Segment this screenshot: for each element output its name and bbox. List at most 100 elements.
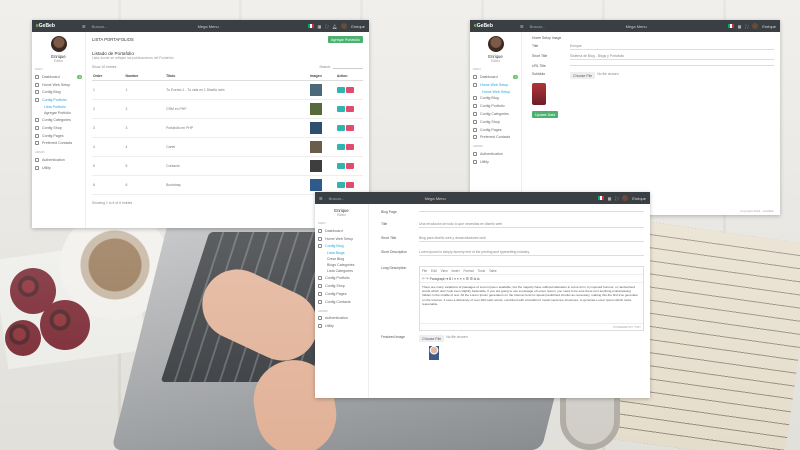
brand-logo[interactable]: eGeBeb [36, 23, 76, 29]
title-input[interactable]: Enrique [570, 44, 774, 50]
sidebar-item-contacts[interactable]: Config Contacts [318, 298, 365, 306]
fullscreen-icon[interactable]: ⛶ [745, 24, 748, 29]
sidebar-item-pages[interactable]: Config Pages [473, 126, 518, 134]
field-input[interactable] [419, 210, 644, 212]
add-portfolio-button[interactable]: Agregar Portafolio [328, 36, 363, 43]
delete-button[interactable] [346, 106, 355, 112]
delete-button[interactable] [346, 87, 355, 93]
editor-menu-item[interactable]: Format [463, 269, 473, 273]
edit-button[interactable] [336, 125, 345, 131]
editor-menu-item[interactable]: View [441, 269, 448, 273]
delete-button[interactable] [346, 182, 355, 188]
edit-button[interactable] [336, 144, 345, 150]
search-input[interactable]: Buscar... [329, 196, 389, 201]
editor-menu-item[interactable]: File [422, 269, 427, 273]
search-input[interactable]: Buscar... [92, 24, 152, 29]
sidebar-item-dashboard[interactable]: Dashboard 3 [35, 73, 82, 81]
lock-icon [35, 158, 39, 163]
mega-menu[interactable]: Mega Menu [425, 196, 446, 201]
mega-menu[interactable]: Mega Menu [626, 24, 647, 29]
flag-icon[interactable] [727, 24, 734, 28]
field-input[interactable]: Una revolución de todo lo que necesitas … [419, 222, 644, 228]
col-title[interactable]: Titulo [165, 72, 309, 81]
fullscreen-icon[interactable]: ⛶ [615, 196, 618, 201]
mega-menu[interactable]: Mega Menu [198, 24, 219, 29]
url-input[interactable] [570, 64, 774, 66]
sidebar-item-portfolio[interactable]: Config Portfolio [473, 102, 518, 110]
sidebar-item-contacts[interactable]: Preferred Contacts [473, 134, 518, 142]
editor-menu-item[interactable]: Insert [452, 269, 460, 273]
user-name[interactable]: Enrique [762, 24, 776, 29]
sidebar-item-pages[interactable]: Config Pages [318, 290, 365, 298]
apps-icon[interactable]: ▦ [738, 24, 742, 29]
sidebar-item-blog[interactable]: Config Blog [35, 89, 82, 97]
brand-logo[interactable]: eGeBeb [474, 23, 514, 29]
user-avatar[interactable] [752, 23, 759, 29]
bell-icon[interactable]: 🔔︎ [332, 24, 337, 29]
col-image[interactable]: Imagen [308, 72, 336, 81]
sidebar-item-utility[interactable]: Utility [318, 322, 365, 330]
edit-button[interactable] [336, 87, 345, 93]
shop-icon [318, 284, 322, 289]
sidebar-item-blog[interactable]: Config Blog [318, 243, 365, 251]
menu-toggle-icon[interactable]: ☰ [82, 24, 86, 29]
flag-icon[interactable] [597, 196, 604, 200]
edit-button[interactable] [336, 182, 345, 188]
profile-avatar[interactable] [50, 36, 67, 52]
field-input[interactable]: Blog para diseño web y desarrolladores w… [419, 236, 644, 242]
sidebar-item-auth[interactable]: Authentication [35, 156, 82, 164]
short-title-input[interactable]: Sistema de Blog - Blogs y Portafolio [570, 54, 774, 60]
apps-icon[interactable]: ▦ [318, 24, 322, 29]
update-button[interactable]: Update Data [532, 111, 559, 118]
sidebar-item-home-setup[interactable]: Home Web Setup [318, 235, 365, 243]
sidebar-item-shop[interactable]: Config Shop [318, 282, 365, 290]
editor-menu-item[interactable]: Tools [478, 269, 485, 273]
menu-toggle-icon[interactable]: ☰ [520, 24, 524, 29]
sidebar-item-categories[interactable]: Config Categories [35, 116, 82, 124]
edit-button[interactable] [336, 106, 345, 112]
user-avatar[interactable] [341, 23, 348, 29]
sidebar-item-utility[interactable]: Utility [473, 158, 518, 166]
choose-file-button[interactable]: Choose File [419, 335, 445, 342]
delete-button[interactable] [346, 125, 355, 131]
delete-button[interactable] [346, 163, 355, 169]
fullscreen-icon[interactable]: ⛶ [325, 24, 328, 29]
sidebar-item-portfolio[interactable]: Config Portfolio [35, 96, 82, 104]
col-action[interactable]: Action [335, 72, 363, 81]
sidebar-item-portfolio[interactable]: Config Portfolio [318, 274, 365, 282]
search-input[interactable]: Buscar... [530, 24, 590, 29]
menu-toggle-icon[interactable]: ☰ [319, 196, 323, 201]
flag-icon[interactable] [307, 24, 314, 28]
sidebar-item-home-setup[interactable]: Home Web Setup [473, 81, 518, 89]
profile-avatar[interactable] [487, 36, 504, 52]
sidebar-item-categories[interactable]: Config Categories [473, 110, 518, 118]
user-name[interactable]: Enrique [632, 196, 646, 201]
user-avatar[interactable] [622, 195, 629, 201]
sidebar-item-utility[interactable]: Utility [35, 164, 82, 172]
field-input[interactable]: Lorem ipsum is simply dummy text of the … [419, 250, 644, 256]
sidebar-item-contacts[interactable]: Preferred Contacts [35, 140, 82, 148]
rich-text-editor[interactable]: File Edit View Insert Format Tools Table ↶ ↷ P… [419, 266, 644, 331]
sidebar-item-pages[interactable]: Config Pages [35, 132, 82, 140]
sidebar-item-shop[interactable]: Config Shop [473, 118, 518, 126]
entries-select[interactable]: Show 10 entries [92, 65, 116, 69]
user-name[interactable]: Enrique [351, 24, 365, 29]
table-search-input[interactable] [333, 65, 363, 69]
editor-body[interactable]: There are many variations of passages of… [420, 283, 643, 323]
sidebar-item-shop[interactable]: Config Shop [35, 124, 82, 132]
editor-menu-item[interactable]: Table [489, 269, 497, 273]
sidebar-item-auth[interactable]: Authentication [473, 150, 518, 158]
sidebar-item-dashboard[interactable]: Dashboard [318, 227, 365, 235]
delete-button[interactable] [346, 144, 355, 150]
sidebar-item-blog[interactable]: Config Blog [473, 95, 518, 103]
sidebar-item-home-setup[interactable]: Home Web Setup [35, 81, 82, 89]
col-number[interactable]: Number [124, 72, 166, 81]
editor-toolbar[interactable]: ↶ ↷ Paragraph ▾ B I ≡ ≡ ≡ ≡ ☰ ☰ ⧉ ⧉ [420, 275, 643, 283]
edit-button[interactable] [336, 163, 345, 169]
choose-file-button[interactable]: Choose File [570, 72, 596, 79]
sidebar-item-auth[interactable]: Authentication [318, 315, 365, 323]
sidebar-item-dashboard[interactable]: Dashboard 3 [473, 73, 518, 81]
col-order[interactable]: Order [92, 72, 125, 81]
editor-menu-item[interactable]: Edit [431, 269, 437, 273]
apps-icon[interactable]: ▦ [608, 196, 612, 201]
